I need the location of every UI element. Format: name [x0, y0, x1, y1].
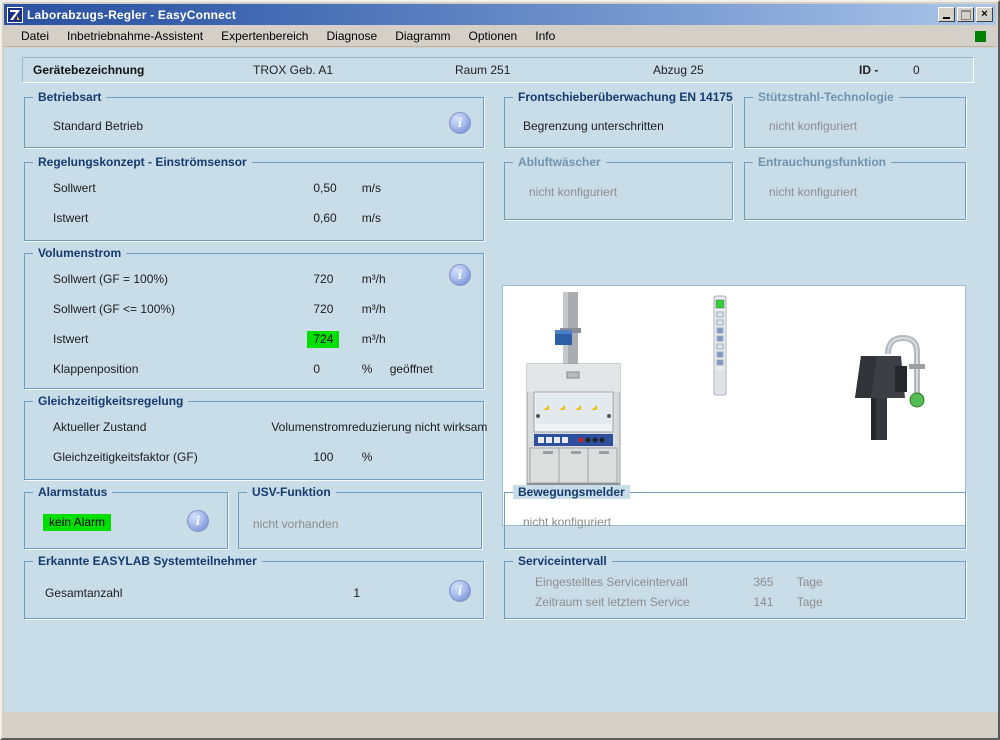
- sash-monitoring-value: Begrenzung unterschritten: [523, 119, 722, 133]
- group-abluftwaescher: Abluftwäscher nicht konfiguriert: [504, 162, 733, 220]
- group-regelungskonzept: Regelungskonzept - Einströmsensor Sollwe…: [24, 162, 484, 241]
- setpoint-value: 0,50: [313, 181, 358, 195]
- gf-factor-value: 100: [313, 450, 358, 464]
- flow-actual-label: Istwert: [53, 332, 268, 346]
- window-title: Laborabzugs-Regler - EasyConnect: [27, 8, 236, 22]
- flow-setpoint-le100-value: 720: [313, 302, 358, 316]
- device-name-value: TROX Geb. A1: [253, 63, 333, 77]
- damper-position-value: 0: [313, 362, 358, 376]
- group-teilnehmer: Erkannte EASYLAB Systemteilnehmer Gesamt…: [24, 561, 484, 619]
- setpoint-label: Sollwert: [53, 181, 268, 195]
- info-icon-betriebsart[interactable]: i: [449, 112, 471, 134]
- group-entrauchung-title: Entrauchungsfunktion: [753, 155, 891, 169]
- main-content: Gerätebezeichnung TROX Geb. A1 Raum 251 …: [4, 48, 998, 716]
- title-bar: Laborabzugs-Regler - EasyConnect ×: [4, 4, 996, 25]
- group-betriebsart: Betriebsart Standard Betrieb i: [24, 97, 484, 148]
- group-usv: USV-Funktion nicht vorhanden: [238, 492, 482, 549]
- room-value: Raum 251: [455, 63, 510, 77]
- group-volumenstrom-title: Volumenstrom: [33, 246, 126, 260]
- close-button[interactable]: ×: [976, 7, 993, 22]
- damper-position-suffix: geöffnet: [390, 362, 433, 376]
- minimize-button[interactable]: [938, 7, 955, 22]
- actual-value: 0,60: [313, 211, 358, 225]
- status-bar: [4, 712, 998, 736]
- device-info-bar: Gerätebezeichnung TROX Geb. A1 Raum 251 …: [22, 57, 974, 83]
- abluftwaescher-value: nicht konfiguriert: [529, 185, 722, 199]
- group-frontschieber-title: Frontschieberüberwachung EN 14175: [513, 90, 738, 104]
- damper-position-unit: %: [362, 362, 373, 376]
- gf-factor-unit: %: [362, 450, 373, 464]
- menu-inbetriebnahme-assistent[interactable]: Inbetriebnahme-Assistent: [58, 26, 212, 46]
- service-interval-value: 365: [753, 575, 793, 589]
- menu-datei[interactable]: Datei: [12, 26, 58, 46]
- service-interval-label: Eingestelltes Serviceintervall: [535, 575, 750, 589]
- info-icon-alarmstatus[interactable]: i: [187, 510, 209, 532]
- maximize-button[interactable]: [957, 7, 974, 22]
- flow-setpoint-le100-unit: m³/h: [362, 302, 386, 316]
- group-stuetzstrahl-title: Stützstrahl-Technologie: [753, 90, 899, 104]
- setpoint-unit: m/s: [362, 181, 381, 195]
- flow-actual-value: 724: [307, 331, 339, 348]
- group-entrauchung: Entrauchungsfunktion nicht konfiguriert: [744, 162, 966, 220]
- since-service-unit: Tage: [797, 595, 823, 609]
- group-teilnehmer-title: Erkannte EASYLAB Systemteilnehmer: [33, 554, 262, 568]
- device-id-label: ID -: [859, 63, 878, 77]
- flow-actual-unit: m³/h: [362, 332, 386, 346]
- flow-setpoint-le100-label: Sollwert (GF <= 100%): [53, 302, 268, 316]
- group-alarmstatus: Alarmstatus kein Alarm i: [24, 492, 228, 549]
- menu-bar: Datei Inbetriebnahme-Assistent Expertenb…: [4, 25, 996, 47]
- menu-expertenbereich[interactable]: Expertenbereich: [212, 26, 317, 46]
- menu-optionen[interactable]: Optionen: [460, 26, 527, 46]
- app-logo-icon: [7, 7, 23, 23]
- group-abluftwaescher-title: Abluftwäscher: [513, 155, 606, 169]
- service-interval-unit: Tage: [797, 575, 823, 589]
- flow-setpoint-100-unit: m³/h: [362, 272, 386, 286]
- group-bewegungsmelder: Bewegungsmelder nicht konfiguriert: [504, 492, 966, 549]
- device-id-value: 0: [913, 63, 920, 77]
- stuetzstrahl-value: nicht konfiguriert: [769, 119, 955, 133]
- flow-setpoint-100-label: Sollwert (GF = 100%): [53, 272, 268, 286]
- group-betriebsart-title: Betriebsart: [33, 90, 106, 104]
- operating-mode-value: Standard Betrieb: [53, 119, 473, 133]
- group-bewegungsmelder-title: Bewegungsmelder: [513, 485, 630, 499]
- total-count-value: 1: [353, 586, 360, 600]
- device-designation-label: Gerätebezeichnung: [33, 63, 144, 77]
- group-usv-title: USV-Funktion: [247, 485, 336, 499]
- usv-value: nicht vorhanden: [253, 517, 471, 531]
- actual-unit: m/s: [362, 211, 381, 225]
- damper-position-label: Klappenposition: [53, 362, 268, 376]
- gf-factor-label: Gleichzeitigkeitsfaktor (GF): [53, 450, 268, 464]
- alarm-status-value: kein Alarm: [43, 514, 111, 531]
- group-volumenstrom: Volumenstrom i Sollwert (GF = 100%) 720 …: [24, 253, 484, 389]
- app-window: Laborabzugs-Regler - EasyConnect × Datei…: [0, 0, 1000, 740]
- group-service: Serviceintervall Eingestelltes Servicein…: [504, 561, 966, 619]
- group-gleichzeitigkeit: Gleichzeitigkeitsregelung Aktueller Zust…: [24, 401, 484, 480]
- actual-label: Istwert: [53, 211, 268, 225]
- group-stuetzstrahl: Stützstrahl-Technologie nicht konfigurie…: [744, 97, 966, 148]
- group-alarmstatus-title: Alarmstatus: [33, 485, 112, 499]
- total-count-label: Gesamtanzahl: [45, 586, 350, 600]
- flow-setpoint-100-value: 720: [313, 272, 358, 286]
- current-state-label: Aktueller Zustand: [53, 420, 268, 434]
- menu-diagnose[interactable]: Diagnose: [317, 26, 386, 46]
- since-service-label: Zeitraum seit letztem Service: [535, 595, 750, 609]
- group-service-title: Serviceintervall: [513, 554, 612, 568]
- info-icon-teilnehmer[interactable]: i: [449, 580, 471, 602]
- group-frontschieber: Frontschieberüberwachung EN 14175 Begren…: [504, 97, 733, 148]
- group-regelungskonzept-title: Regelungskonzept - Einströmsensor: [33, 155, 252, 169]
- entrauchung-value: nicht konfiguriert: [769, 185, 955, 199]
- group-gleichzeitigkeit-title: Gleichzeitigkeitsregelung: [33, 394, 188, 408]
- since-service-value: 141: [753, 595, 793, 609]
- fume-hood-value: Abzug 25: [653, 63, 704, 77]
- bewegungsmelder-value: nicht konfiguriert: [523, 515, 955, 529]
- menu-diagramm[interactable]: Diagramm: [386, 26, 459, 46]
- current-state-value: Volumenstromreduzierung nicht wirksam: [271, 420, 487, 434]
- menu-info[interactable]: Info: [526, 26, 564, 46]
- connection-status-indicator: [975, 31, 986, 42]
